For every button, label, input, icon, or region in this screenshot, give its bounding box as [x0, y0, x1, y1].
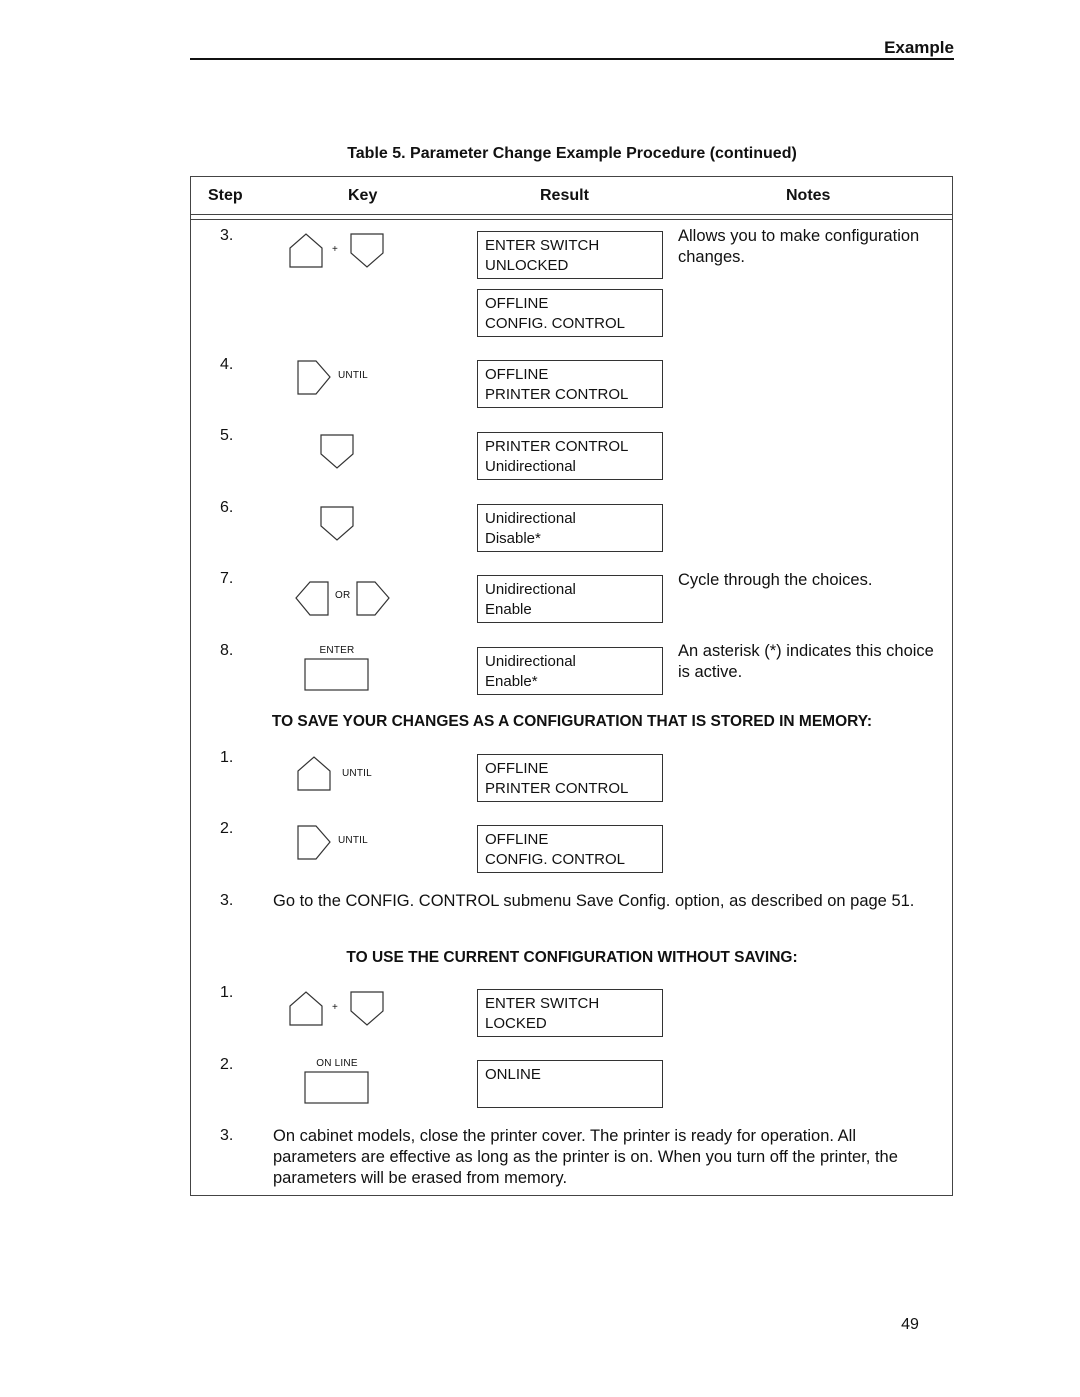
lcd-display: Unidirectional Disable*	[477, 504, 663, 552]
lcd-display: OFFLINE PRINTER CONTROL	[477, 754, 663, 802]
lcd-line-1: OFFLINE	[485, 366, 549, 383]
step-number: 6.	[220, 499, 234, 516]
step-number: 3.	[220, 1127, 234, 1144]
lcd-display: OFFLINE CONFIG. CONTROL	[477, 825, 663, 873]
step-number: 1.	[220, 749, 234, 766]
lcd-display: Unidirectional Enable*	[477, 647, 663, 695]
up-arrow-key-icon	[289, 991, 323, 1026]
column-header-step: Step	[208, 187, 243, 204]
lcd-display: Unidirectional Enable	[477, 575, 663, 623]
lcd-display: ENTER SWITCH UNLOCKED	[477, 231, 663, 279]
lcd-line-1: OFFLINE	[485, 295, 549, 312]
lcd-display: OFFLINE CONFIG. CONTROL	[477, 289, 663, 337]
lcd-line-1: OFFLINE	[485, 831, 549, 848]
online-key-icon	[304, 1071, 369, 1104]
lcd-line-1: Unidirectional	[485, 510, 576, 527]
lcd-line-2: Unidirectional	[485, 458, 576, 475]
lcd-line-2: Enable	[485, 601, 532, 618]
step-instruction: On cabinet models, close the printer cov…	[273, 1127, 898, 1187]
down-arrow-key-icon	[350, 233, 384, 268]
lcd-line-2: LOCKED	[485, 1015, 547, 1032]
column-header-key: Key	[348, 187, 378, 204]
step-note: An asterisk (*) indicates this choice is…	[678, 642, 934, 681]
header-rule	[190, 58, 954, 60]
lcd-line-1: ENTER SWITCH	[485, 995, 600, 1012]
step-number: 8.	[220, 642, 234, 659]
running-head: Example	[884, 38, 954, 57]
step-number: 7.	[220, 570, 234, 587]
lcd-line-1: ENTER SWITCH	[485, 237, 600, 254]
lcd-line-1: OFFLINE	[485, 760, 549, 777]
table-caption: Table 5. Parameter Change Example Proced…	[347, 145, 797, 162]
header-divider-double	[191, 219, 953, 220]
right-arrow-key-icon	[297, 825, 331, 860]
lcd-line-1: ONLINE	[485, 1066, 541, 1083]
key-label: ON LINE	[316, 1058, 358, 1069]
lcd-line-1: PRINTER CONTROL	[485, 438, 629, 455]
lcd-line-2: Enable*	[485, 673, 538, 690]
lcd-line-2: Disable*	[485, 530, 541, 547]
section-title-save: TO SAVE YOUR CHANGES AS A CONFIGURATION …	[271, 713, 873, 730]
lcd-display: OFFLINE PRINTER CONTROL	[477, 360, 663, 408]
step-number: 2.	[220, 820, 234, 837]
lcd-line-1: Unidirectional	[485, 581, 576, 598]
lcd-line-2: PRINTER CONTROL	[485, 780, 629, 797]
key-label: UNTIL	[342, 768, 372, 779]
step-number: 3.	[220, 227, 234, 244]
key-label: UNTIL	[338, 370, 368, 381]
lcd-line-2: PRINTER CONTROL	[485, 386, 629, 403]
step-number: 2.	[220, 1056, 234, 1073]
lcd-line-2: UNLOCKED	[485, 257, 569, 274]
lcd-line-1: Unidirectional	[485, 653, 576, 670]
down-arrow-key-icon	[350, 991, 384, 1026]
lcd-line-2: CONFIG. CONTROL	[485, 851, 626, 868]
step-number: 1.	[220, 984, 234, 1001]
lcd-display: ENTER SWITCH LOCKED	[477, 989, 663, 1037]
lcd-display: ONLINE	[477, 1060, 663, 1108]
right-arrow-key-icon	[356, 581, 390, 616]
key-connector: +	[332, 1002, 338, 1013]
up-arrow-key-icon	[289, 233, 323, 268]
left-arrow-key-icon	[295, 581, 329, 616]
step-number: 3.	[220, 892, 234, 909]
down-arrow-key-icon	[320, 506, 354, 541]
enter-key-icon	[304, 658, 369, 691]
lcd-line-2: CONFIG. CONTROL	[485, 315, 626, 332]
right-arrow-key-icon	[297, 360, 331, 395]
step-number: 4.	[220, 356, 234, 373]
step-note: Cycle through the choices.	[678, 571, 873, 589]
page-number: 49	[901, 1316, 919, 1333]
step-number: 5.	[220, 427, 234, 444]
down-arrow-key-icon	[320, 434, 354, 469]
key-label: ENTER	[319, 645, 355, 656]
step-note: Allows you to make configuration changes…	[678, 227, 920, 266]
column-header-notes: Notes	[786, 187, 831, 204]
lcd-display: PRINTER CONTROL Unidirectional	[477, 432, 663, 480]
key-connector: +	[332, 244, 338, 255]
header-divider	[191, 214, 953, 215]
key-connector: OR	[335, 590, 351, 601]
up-arrow-key-icon	[297, 756, 331, 791]
column-header-result: Result	[540, 187, 589, 204]
step-instruction: Go to the CONFIG. CONTROL submenu Save C…	[273, 892, 915, 910]
section-title-nosave: TO USE THE CURRENT CONFIGURATION WITHOUT…	[346, 949, 798, 966]
key-label: UNTIL	[338, 835, 368, 846]
